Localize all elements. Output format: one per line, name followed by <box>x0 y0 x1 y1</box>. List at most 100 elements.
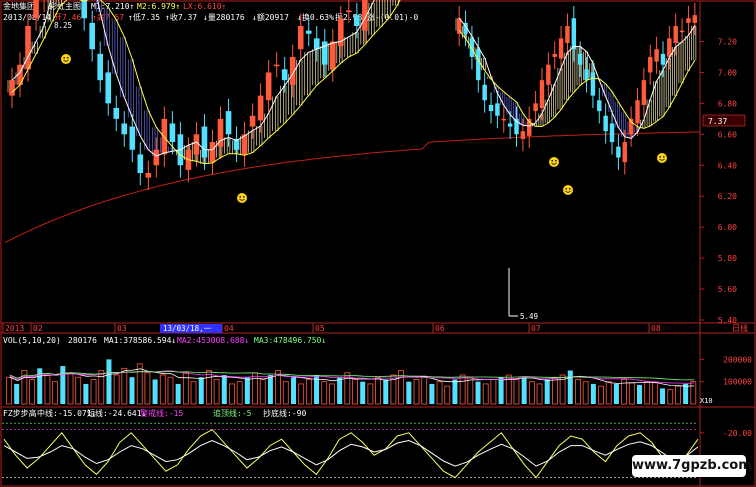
volume-bar <box>252 372 258 405</box>
volume-bar <box>613 383 619 404</box>
candle-body <box>603 115 608 132</box>
candle-body <box>257 95 264 121</box>
time-label: 08 <box>651 324 661 333</box>
candle-body <box>137 154 144 173</box>
smiley-icon-eye <box>63 57 65 59</box>
candle-body <box>281 69 288 81</box>
candle-body <box>346 10 352 13</box>
candle-body <box>622 142 627 163</box>
volume-bar <box>67 372 74 405</box>
volume-bar <box>459 374 466 405</box>
volume-bar <box>90 379 97 405</box>
candle-body <box>565 26 570 44</box>
volume-bar <box>536 383 543 405</box>
price-tick-label: 6.40 <box>718 161 737 170</box>
smiley-icon-eye <box>663 156 665 158</box>
volume-panel[interactable] <box>6 359 697 405</box>
volume-bar <box>244 377 250 404</box>
candle-body <box>539 80 545 109</box>
candle-body <box>577 53 583 65</box>
time-label: 06 <box>435 324 445 333</box>
candle-body <box>97 53 104 81</box>
volume-bar <box>490 379 497 405</box>
volume-bar <box>590 383 596 404</box>
price-tick-label: 7.00 <box>718 68 737 77</box>
candle-body <box>249 115 256 127</box>
volume-bar <box>229 383 235 405</box>
candle-body <box>129 126 136 150</box>
volume-bar <box>52 381 59 405</box>
volume-bar <box>429 383 435 404</box>
smiley-icon <box>61 54 71 64</box>
volume-bar <box>267 375 273 404</box>
volume-bar <box>552 376 558 405</box>
volume-bar <box>236 381 243 405</box>
candle-body <box>469 38 475 57</box>
candle-body <box>169 123 176 143</box>
indicator-axis: -20.00 <box>700 429 752 438</box>
smiley-icon-eye <box>67 57 69 59</box>
volume-tick-label: 100000 <box>723 378 752 387</box>
volume-bar <box>651 382 658 405</box>
volume-tick-label: 200000 <box>723 355 752 364</box>
smiley-icon-eye <box>659 156 661 158</box>
volume-bar <box>298 383 305 405</box>
candle-body <box>265 72 272 101</box>
candle-body <box>609 123 615 143</box>
volume-bar <box>413 379 420 405</box>
indicator-item: 警戒线:-15 <box>140 408 183 418</box>
candle-body <box>495 103 500 116</box>
indicator-panel[interactable] <box>2 422 699 479</box>
indicator-item: 抄底线:-90 <box>263 408 306 418</box>
volume-bar <box>282 381 289 405</box>
price-tick-label: 6.80 <box>718 99 737 108</box>
volume-bar <box>190 381 197 405</box>
candle-body <box>654 49 659 62</box>
header-item: ↓额20917 <box>252 12 289 22</box>
volume-ma-item: MA3:478496.750↓ <box>254 336 326 345</box>
candle-body <box>25 26 31 70</box>
volume-bar <box>259 379 266 405</box>
ma-item: M2:6.979↑ <box>137 2 180 11</box>
candle-body <box>201 126 208 158</box>
volume-bar <box>337 377 343 404</box>
candle-body <box>507 123 513 127</box>
volume-bar <box>221 375 227 404</box>
candle-body <box>660 53 666 65</box>
high-marker-label: 8.25 <box>54 21 72 30</box>
indicator-item: 短线:-24.641↓ <box>87 408 146 418</box>
period-label[interactable]: 日线 <box>732 323 748 333</box>
price-tick-label: 5.80 <box>718 254 737 263</box>
candle-body <box>121 123 128 135</box>
candle-body <box>9 80 15 96</box>
candle-body <box>113 108 120 119</box>
candle-body <box>692 15 698 23</box>
time-label: 02 <box>33 324 43 333</box>
time-axis: 2013 02 03 04 05 06 07 08 <box>2 323 661 333</box>
volume-bar <box>152 379 158 404</box>
price-axis: 7.207.006.806.606.406.206.005.805.605.40 <box>700 37 737 325</box>
smiley-icon-eye <box>243 196 245 198</box>
volume-bar <box>482 383 489 405</box>
volume-bar <box>375 376 381 405</box>
volume-bar <box>475 381 481 404</box>
lx-line <box>4 131 701 244</box>
candle-body <box>616 146 621 158</box>
smiley-icon <box>563 185 573 195</box>
header-item: ↓量280176 <box>203 13 245 22</box>
volume-bar <box>159 374 166 405</box>
candle-body <box>482 84 487 101</box>
volume-bar <box>144 372 151 405</box>
chart-canvas[interactable]: 金地集团 彩虹主图 M1:7.210↑ M2:6.979↑ LX:6.610↑ 20… <box>0 0 756 487</box>
candle-body <box>667 38 672 57</box>
axis-highlight-date: 13/03/18,一 <box>163 324 212 333</box>
candle-body <box>329 41 336 70</box>
stock-name: 金地集团 <box>3 1 35 11</box>
volume-bar <box>360 381 366 404</box>
smiley-icon <box>657 153 667 163</box>
price-panel[interactable]: 8.25 5.49 <box>4 0 701 321</box>
indicator-label: FZ步步高 <box>3 408 37 418</box>
bar-date: 2013/08/14 <box>3 13 51 22</box>
volume-bar <box>444 385 451 405</box>
volume-unit-label: X10 <box>700 397 713 405</box>
